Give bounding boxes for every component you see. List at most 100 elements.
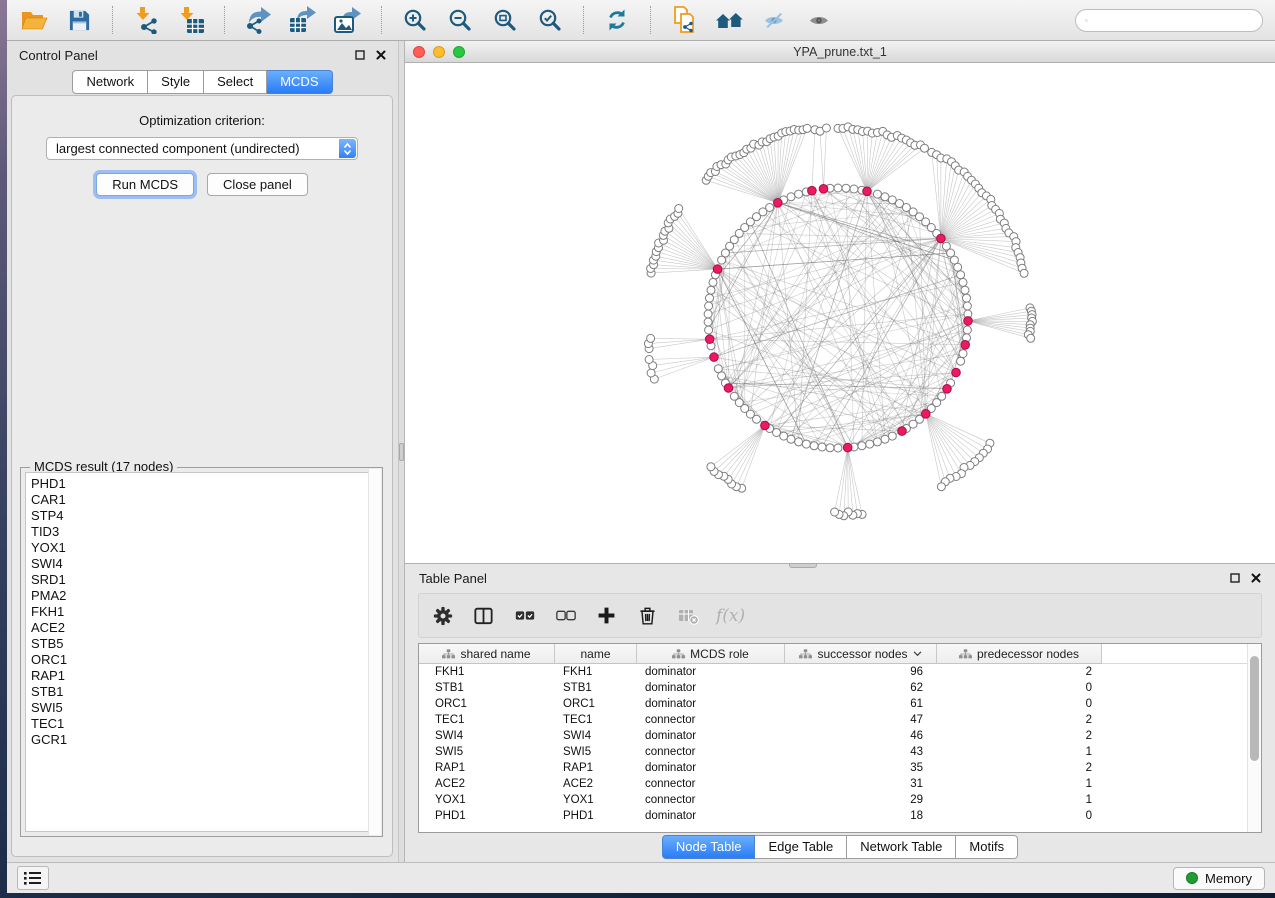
network-node[interactable] xyxy=(704,310,712,318)
table-row[interactable]: SWI5SWI5connector431 xyxy=(419,744,1261,760)
import-network-button[interactable] xyxy=(131,5,161,35)
splitter-handle[interactable] xyxy=(399,443,404,461)
table-tab-motifs[interactable]: Motifs xyxy=(956,835,1018,859)
export-table-button[interactable] xyxy=(288,5,318,35)
table-cell[interactable]: ORC1 xyxy=(555,698,637,710)
table-tab-network-table[interactable]: Network Table xyxy=(847,835,956,859)
criterion-select[interactable]: largest connected component (undirected) xyxy=(46,137,358,160)
table-cell[interactable]: 2 xyxy=(937,762,1102,774)
table-row[interactable]: TEC1TEC1connector472 xyxy=(419,712,1261,728)
table-cell[interactable]: connector xyxy=(637,794,785,806)
table-cell[interactable]: 47 xyxy=(785,714,937,726)
table-cell[interactable]: PHD1 xyxy=(555,810,637,822)
network-node[interactable] xyxy=(826,444,834,452)
network-node[interactable] xyxy=(954,263,962,271)
table-cell[interactable]: ACE2 xyxy=(555,778,637,790)
network-node[interactable] xyxy=(957,271,965,279)
table-cell[interactable]: 1 xyxy=(937,746,1102,758)
mcds-result-item[interactable]: PMA2 xyxy=(31,588,377,604)
table-scrollbar[interactable] xyxy=(1247,644,1261,832)
table-cell[interactable]: PHD1 xyxy=(419,810,555,822)
table-row[interactable]: YOX1YOX1connector291 xyxy=(419,792,1261,808)
table-cell[interactable]: 2 xyxy=(937,666,1102,678)
dominator-node[interactable] xyxy=(961,341,970,350)
save-session-button[interactable] xyxy=(64,5,94,35)
table-cell[interactable]: 46 xyxy=(785,730,937,742)
table-row[interactable]: RAP1RAP1dominator352 xyxy=(419,760,1261,776)
table-cell[interactable]: 62 xyxy=(785,682,937,694)
network-node[interactable] xyxy=(866,440,874,448)
network-node[interactable] xyxy=(787,193,795,201)
dominator-node[interactable] xyxy=(819,185,828,194)
network-node[interactable] xyxy=(963,302,971,310)
table-row[interactable]: FKH1FKH1dominator962 xyxy=(419,664,1261,680)
dominator-node[interactable] xyxy=(710,353,719,362)
table-cell[interactable]: 18 xyxy=(785,810,937,822)
table-cell[interactable]: STB1 xyxy=(555,682,637,694)
mcds-result-item[interactable]: YOX1 xyxy=(31,540,377,556)
mcds-result-item[interactable]: SWI5 xyxy=(31,700,377,716)
table-row[interactable]: ACE2ACE2connector311 xyxy=(419,776,1261,792)
table-cell[interactable]: dominator xyxy=(637,762,785,774)
control-tab-select[interactable]: Select xyxy=(204,70,267,94)
table-cell[interactable]: ORC1 xyxy=(419,698,555,710)
mcds-result-item[interactable]: PHD1 xyxy=(31,476,377,492)
open-session-button[interactable] xyxy=(19,5,49,35)
network-node[interactable] xyxy=(834,184,842,192)
network-node[interactable] xyxy=(766,204,774,212)
dominator-node[interactable] xyxy=(943,385,952,394)
dominator-node[interactable] xyxy=(705,335,714,344)
table-cell[interactable]: dominator xyxy=(637,666,785,678)
table-cell[interactable]: YOX1 xyxy=(555,794,637,806)
export-image-button[interactable] xyxy=(333,5,363,35)
network-node[interactable] xyxy=(831,508,839,516)
float-panel-button[interactable] xyxy=(355,50,365,60)
table-cell[interactable]: 43 xyxy=(785,746,937,758)
network-node[interactable] xyxy=(937,483,945,491)
table-cell[interactable]: TEC1 xyxy=(555,714,637,726)
column-header-shared-name[interactable]: shared name xyxy=(419,644,555,664)
dominator-node[interactable] xyxy=(937,234,946,243)
table-row[interactable]: PHD1PHD1dominator180 xyxy=(419,808,1261,824)
table-cell[interactable]: dominator xyxy=(637,810,785,822)
scrollbar-thumb[interactable] xyxy=(1250,656,1259,761)
table-cell[interactable]: connector xyxy=(637,746,785,758)
table-cell[interactable]: 2 xyxy=(937,714,1102,726)
table-cell[interactable]: 96 xyxy=(785,666,937,678)
show-columns-button[interactable] xyxy=(470,602,497,629)
mcds-result-item[interactable]: ACE2 xyxy=(31,620,377,636)
network-node[interactable] xyxy=(647,334,655,342)
dominator-node[interactable] xyxy=(922,410,931,419)
network-node[interactable] xyxy=(787,435,795,443)
refresh-view-button[interactable] xyxy=(602,5,632,35)
mcds-result-item[interactable]: STB1 xyxy=(31,684,377,700)
mcds-result-item[interactable]: STP4 xyxy=(31,508,377,524)
mcds-result-item[interactable]: SWI4 xyxy=(31,556,377,572)
dominator-node[interactable] xyxy=(843,443,852,452)
show-panel-menu-button[interactable] xyxy=(17,866,49,890)
table-cell[interactable]: RAP1 xyxy=(419,762,555,774)
table-cell[interactable]: 0 xyxy=(937,682,1102,694)
table-row[interactable]: STB1STB1dominator620 xyxy=(419,680,1261,696)
table-cell[interactable]: SWI5 xyxy=(419,746,555,758)
dominator-node[interactable] xyxy=(713,265,722,274)
hide-selected-button[interactable] xyxy=(759,5,789,35)
network-node[interactable] xyxy=(705,326,713,334)
network-node[interactable] xyxy=(707,463,715,471)
network-canvas[interactable] xyxy=(405,64,1275,563)
network-node[interactable] xyxy=(959,278,967,286)
network-node[interactable] xyxy=(888,432,896,440)
mcds-result-item[interactable]: TEC1 xyxy=(31,716,377,732)
network-node[interactable] xyxy=(707,286,715,294)
mcds-result-item[interactable]: FKH1 xyxy=(31,604,377,620)
table-cell[interactable]: FKH1 xyxy=(555,666,637,678)
dominator-node[interactable] xyxy=(808,186,817,195)
table-cell[interactable]: 31 xyxy=(785,778,937,790)
zoom-out-button[interactable] xyxy=(445,5,475,35)
network-node[interactable] xyxy=(706,294,714,302)
network-node[interactable] xyxy=(795,438,803,446)
add-column-button[interactable] xyxy=(593,602,620,629)
table-row[interactable]: ORC1ORC1dominator610 xyxy=(419,696,1261,712)
table-cell[interactable]: connector xyxy=(637,778,785,790)
table-cell[interactable]: SWI4 xyxy=(419,730,555,742)
